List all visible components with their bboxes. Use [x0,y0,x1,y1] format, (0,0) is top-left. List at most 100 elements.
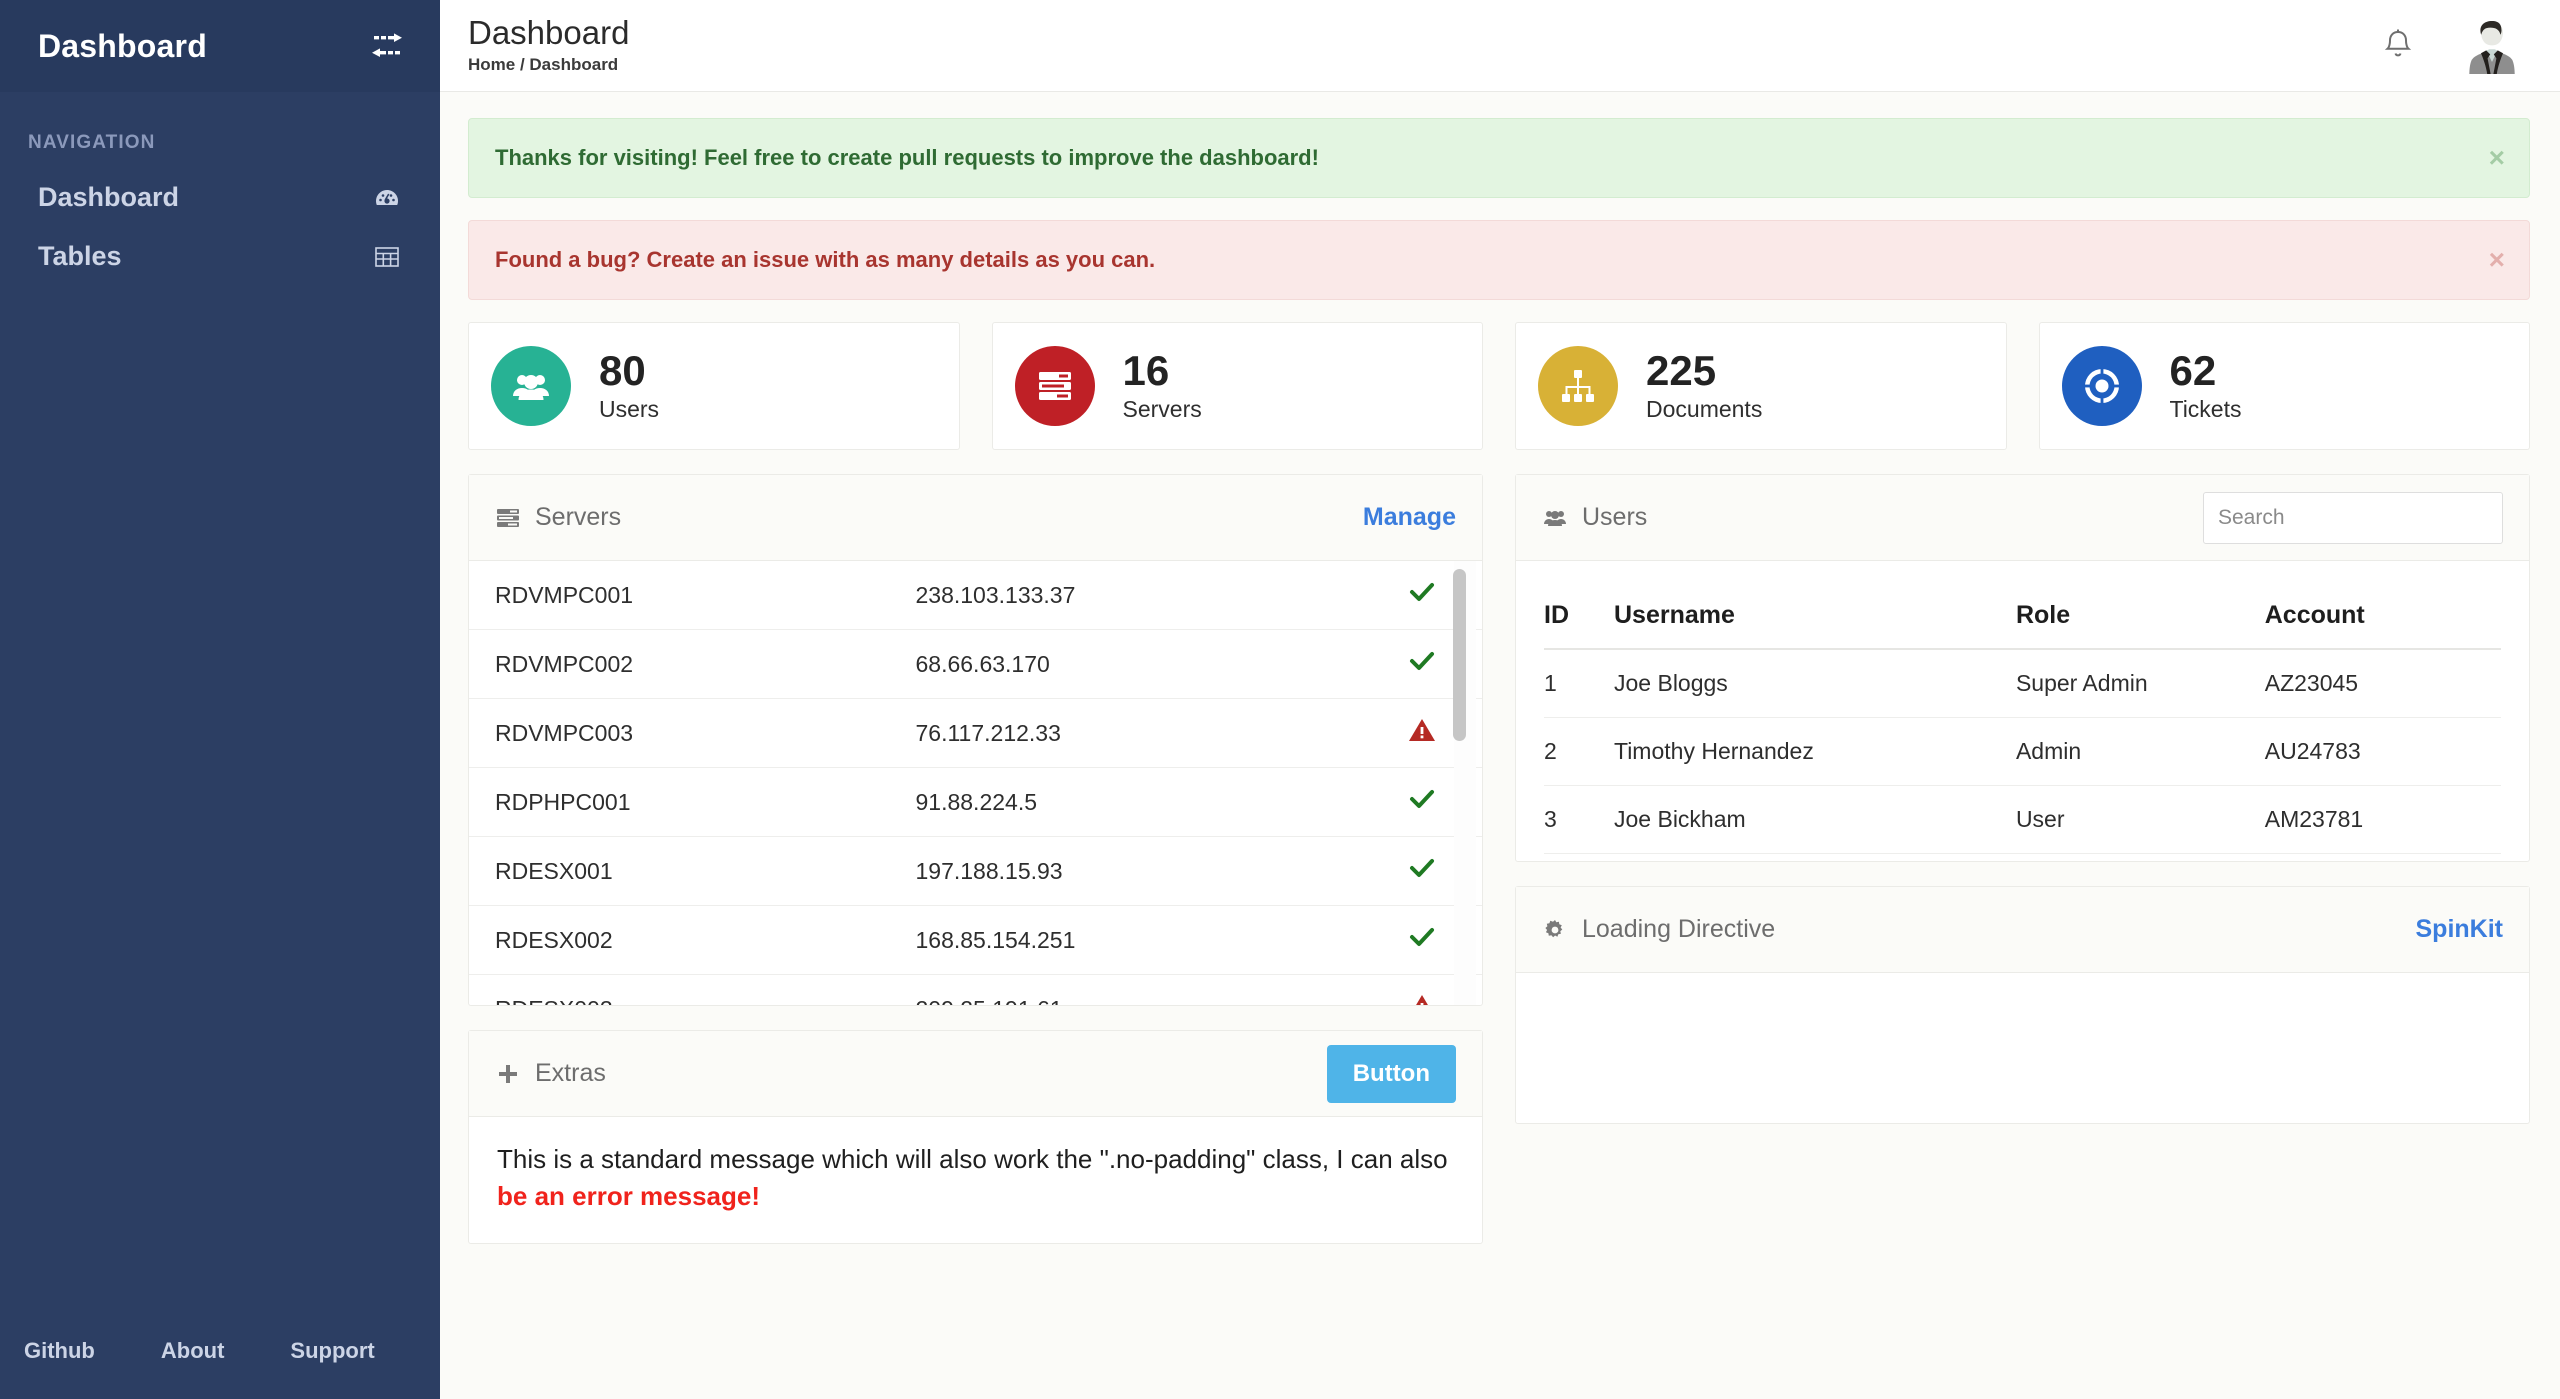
table-row[interactable]: RDESX003 209.25.191.61 [469,974,1482,1005]
table-header-row: ID Username Role Account [1544,585,2501,650]
user-id: 1 [1544,649,1614,718]
sidebar-footer: Github About Support [0,1303,440,1399]
server-ip: 197.188.15.93 [915,836,1362,906]
user-account: AM23781 [2264,785,2501,854]
extras-panel: Extras Button This is a standard message… [468,1030,1483,1244]
stat-card-documents[interactable]: 225 Documents [1515,322,2007,450]
sidebar-toggle-icon[interactable] [370,29,404,63]
scrollbar-track[interactable] [1453,561,1476,1005]
life-ring-icon [2061,346,2142,426]
stat-card-users[interactable]: 80 Users [468,322,960,450]
sidebar-brand: Dashboard [0,0,440,92]
stat-label: Tickets [2169,395,2242,422]
content: Thanks for visiting! Feel free to create… [440,92,2560,1399]
bell-icon[interactable] [2378,24,2418,68]
stat-card-servers[interactable]: 16 Servers [991,322,1483,450]
stat-label: Users [599,395,660,422]
server-ip: 209.25.191.61 [915,974,1362,1005]
server-name: RDVMPC003 [469,698,916,768]
server-name: RDESX002 [469,905,916,975]
column-header-role: Role [2015,585,2265,650]
users-icon [491,346,571,426]
loading-directive-header: Loading Directive SpinKit [1516,887,2529,973]
panel-row: Servers Manage RDVMPC001 238.103.133.37 … [468,474,2530,1244]
loading-directive-title: Loading Directive [1582,915,1776,943]
topbar-left: Dashboard Home / Dashboard [468,16,629,75]
column-header-id: ID [1544,585,1614,650]
user-role: User [2015,785,2265,854]
extras-panel-title-group: Extras [495,1059,606,1088]
users-panel-title-group: Users [1542,503,1647,532]
table-row[interactable]: RDPHPC001 91.88.224.5 [469,767,1482,837]
sitemap-icon [1538,346,1618,426]
stat-label: Servers [1122,395,1202,422]
extras-button[interactable]: Button [1326,1044,1456,1103]
table-row[interactable]: RDVMPC003 76.117.212.33 [469,698,1482,768]
column-header-account: Account [2264,585,2501,650]
sidebar-footer-link-about[interactable]: About [161,1338,225,1364]
main-area: Dashboard Home / Dashboard Thanks for vi… [440,0,2560,1399]
gear-icon [1542,917,1568,943]
left-column: Servers Manage RDVMPC001 238.103.133.37 … [468,474,1483,1244]
stat-label: Documents [1646,395,1763,422]
sidebar-item-label: Tables [38,241,122,271]
spinkit-link[interactable]: SpinKit [2416,915,2504,944]
manage-link[interactable]: Manage [1363,503,1456,532]
sidebar: Dashboard NAVIGATION Dashboard Tables Gi… [0,0,440,1399]
servers-scroll-area: RDVMPC001 238.103.133.37 RDVMPC002 68.66… [469,561,1482,1005]
table-row[interactable]: RDESX002 168.85.154.251 [469,905,1482,975]
server-name: RDESX001 [469,836,916,906]
stat-text: 80 Users [599,349,659,422]
sidebar-item-dashboard[interactable]: Dashboard [0,168,440,227]
server-icon [495,505,521,531]
stat-card-tickets[interactable]: 62 Tickets [2038,322,2530,450]
close-icon[interactable]: × [2489,142,2505,174]
stat-text: 16 Servers [1123,349,1202,422]
server-name: RDPHPC001 [469,767,916,837]
server-name: RDVMPC001 [469,561,916,630]
table-row[interactable]: RDESX001 197.188.15.93 [469,836,1482,906]
search-input[interactable] [2203,491,2503,544]
table-row[interactable]: 1 Joe Bloggs Super Admin AZ23045 [1544,649,2501,718]
loading-directive-body [1516,973,2529,1123]
breadcrumb: Home / Dashboard [468,54,619,74]
table-row[interactable]: RDVMPC001 238.103.133.37 [469,561,1482,630]
loading-directive-title-group: Loading Directive [1542,915,1775,944]
extras-message-prefix: This is a standard message which will al… [497,1144,1448,1174]
sidebar-item-label: Dashboard [38,182,180,212]
stat-value: 16 [1122,347,1170,395]
table-row[interactable]: RDVMPC002 68.66.63.170 [469,629,1482,699]
servers-panel: Servers Manage RDVMPC001 238.103.133.37 … [468,474,1483,1006]
alert-danger: Found a bug? Create an issue with as man… [468,220,2530,300]
server-ip: 168.85.154.251 [915,905,1362,975]
topbar: Dashboard Home / Dashboard [440,0,2560,92]
sidebar-footer-link-github[interactable]: Github [24,1338,95,1364]
loading-directive-panel: Loading Directive SpinKit [1515,886,2530,1124]
user-username: Joe Bickham [1614,785,2016,854]
tachometer-icon [372,183,402,213]
avatar[interactable] [2460,13,2524,78]
sidebar-footer-link-support[interactable]: Support [290,1338,374,1364]
user-username: Joe Bloggs [1614,649,2016,718]
user-role: Admin [2015,717,2265,786]
users-panel-body: ID Username Role Account 1 Joe Bloggs Su… [1516,561,2529,861]
server-ip: 91.88.224.5 [915,767,1362,837]
user-account: AZ23045 [2264,649,2501,718]
stat-value: 80 [599,347,646,395]
users-icon [1542,505,1568,531]
table-grid-icon [372,242,402,272]
server-icon [1014,346,1095,426]
scrollbar-thumb[interactable] [1453,569,1466,741]
table-row[interactable]: 2 Timothy Hernandez Admin AU24783 [1544,717,2501,786]
page-title: Dashboard [468,14,630,52]
servers-panel-header: Servers Manage [469,475,1482,561]
close-icon[interactable]: × [2489,244,2505,276]
user-id: 3 [1544,785,1614,854]
server-ip: 238.103.133.37 [915,561,1362,630]
table-row[interactable]: 3 Joe Bickham User AM23781 [1544,785,2501,854]
stat-value: 62 [2169,347,2217,395]
server-ip: 76.117.212.33 [915,698,1362,768]
stat-value: 225 [1646,347,1717,395]
sidebar-item-tables[interactable]: Tables [0,227,440,286]
extras-panel-header: Extras Button [469,1031,1482,1117]
